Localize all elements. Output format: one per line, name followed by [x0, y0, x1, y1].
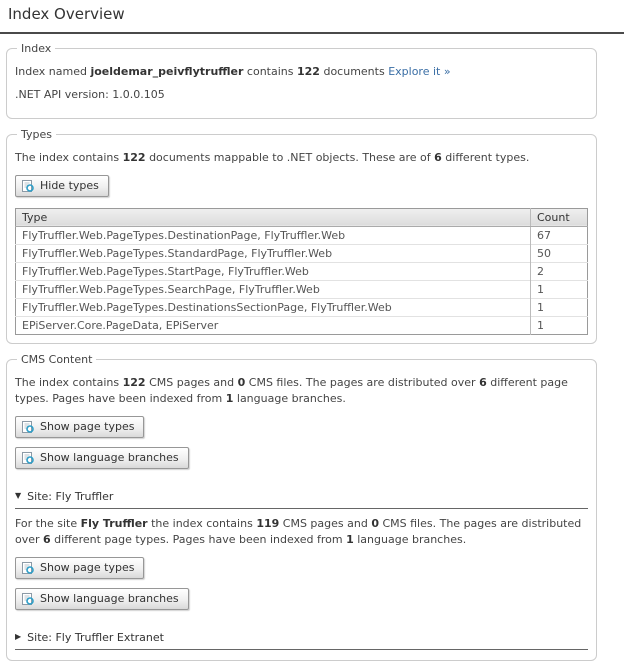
index-name-value: joeldemar_peivflytruffler [90, 65, 243, 78]
text-segment: The index contains [15, 151, 123, 164]
text-segment: CMS pages and [146, 376, 238, 389]
text-segment: the index contains [148, 517, 257, 530]
types-section: Types The index contains 122 documents m… [6, 128, 597, 344]
text-segment: CMS pages and [279, 517, 371, 530]
table-row: EPiServer.Core.PageData, EPiServer 1 [16, 316, 588, 334]
type-count-value: 6 [434, 151, 442, 164]
site-toggle-fly-truffler-extranet[interactable]: ▶ Site: Fly Truffler Extranet [15, 627, 588, 650]
button-label: Show page types [40, 561, 134, 574]
table-row: FlyTruffler.Web.PageTypes.SearchPage, Fl… [16, 280, 588, 298]
text-segment: different page types. Pages have been in… [51, 533, 346, 546]
types-table: Type Count FlyTruffler.Web.PageTypes.Des… [15, 208, 588, 335]
button-label: Hide types [40, 179, 99, 192]
site-summary: For the site Fly Truffler the index cont… [15, 516, 588, 548]
count-cell: 2 [531, 262, 588, 280]
count-cell: 50 [531, 244, 588, 262]
text-segment: Index named [15, 65, 90, 78]
page-type-count: 6 [43, 533, 51, 546]
type-cell: FlyTruffler.Web.PageTypes.DestinationsSe… [16, 298, 531, 316]
report-icon [21, 561, 35, 575]
table-row: FlyTruffler.Web.PageTypes.DestinationPag… [16, 226, 588, 244]
page-type-count: 6 [479, 376, 487, 389]
table-row: FlyTruffler.Web.PageTypes.StandardPage, … [16, 244, 588, 262]
text-segment: documents [320, 65, 388, 78]
cms-files-count: 0 [371, 517, 379, 530]
table-header-type: Type [16, 208, 531, 226]
text-segment: language branches. [354, 533, 466, 546]
type-cell: FlyTruffler.Web.PageTypes.SearchPage, Fl… [16, 280, 531, 298]
index-section: Index Index named joeldemar_peivflytruff… [6, 42, 597, 119]
triangle-down-icon: ▼ [15, 492, 21, 500]
page-title: Index Overview [8, 5, 624, 23]
report-icon [21, 179, 35, 193]
count-cell: 1 [531, 298, 588, 316]
count-cell: 67 [531, 226, 588, 244]
type-cell: FlyTruffler.Web.PageTypes.DestinationPag… [16, 226, 531, 244]
table-row: FlyTruffler.Web.PageTypes.StartPage, Fly… [16, 262, 588, 280]
site-fly-truffler-panel: For the site Fly Truffler the index cont… [15, 516, 588, 617]
language-branch-count: 1 [346, 533, 354, 546]
text-segment: different types. [442, 151, 530, 164]
api-version-line: .NET API version: 1.0.0.105 [15, 87, 588, 103]
document-count-value: 122 [123, 151, 146, 164]
text-segment: contains [243, 65, 297, 78]
type-cell: FlyTruffler.Web.PageTypes.StandardPage, … [16, 244, 531, 262]
cms-content-legend: CMS Content [17, 353, 96, 366]
count-cell: 1 [531, 316, 588, 334]
document-count-value: 122 [297, 65, 320, 78]
triangle-right-icon: ▶ [15, 633, 21, 641]
text-segment: language branches. [233, 392, 345, 405]
page-header: Index Overview [0, 0, 624, 34]
count-cell: 1 [531, 280, 588, 298]
cms-summary: The index contains 122 CMS pages and 0 C… [15, 375, 588, 407]
explore-it-link[interactable]: Explore it » [388, 65, 450, 78]
button-label: Show language branches [40, 592, 179, 605]
cms-pages-count: 122 [123, 376, 146, 389]
button-label: Show page types [40, 420, 134, 433]
site-show-language-branches-button[interactable]: Show language branches [15, 588, 189, 610]
text-segment: The index contains [15, 376, 123, 389]
report-icon [21, 592, 35, 606]
type-cell: EPiServer.Core.PageData, EPiServer [16, 316, 531, 334]
types-table-header-row: Type Count [16, 208, 588, 226]
report-icon [21, 451, 35, 465]
types-section-legend: Types [17, 128, 56, 141]
table-row: FlyTruffler.Web.PageTypes.DestinationsSe… [16, 298, 588, 316]
types-table-head: Type Count [16, 208, 588, 226]
types-table-body: FlyTruffler.Web.PageTypes.DestinationPag… [16, 226, 588, 334]
text-segment: For the site [15, 517, 81, 530]
show-language-branches-button[interactable]: Show language branches [15, 447, 189, 469]
site-show-page-types-button[interactable]: Show page types [15, 557, 144, 579]
cms-content-section: CMS Content The index contains 122 CMS p… [6, 353, 597, 661]
site-label: Site: Fly Truffler Extranet [27, 631, 164, 644]
type-cell: FlyTruffler.Web.PageTypes.StartPage, Fly… [16, 262, 531, 280]
cms-pages-count: 119 [256, 517, 279, 530]
site-name-value: Fly Truffler [81, 517, 148, 530]
show-page-types-button[interactable]: Show page types [15, 416, 144, 438]
button-label: Show language branches [40, 451, 179, 464]
hide-types-button[interactable]: Hide types [15, 175, 109, 197]
text-segment: CMS files. The pages are distributed ove… [245, 376, 479, 389]
table-header-count: Count [531, 208, 588, 226]
index-summary: Index named joeldemar_peivflytruffler co… [15, 64, 588, 80]
text-segment: documents mappable to .NET objects. Thes… [146, 151, 435, 164]
site-label: Site: Fly Truffler [27, 490, 113, 503]
site-toggle-fly-truffler[interactable]: ▼ Site: Fly Truffler [15, 486, 588, 509]
report-icon [21, 420, 35, 434]
types-summary: The index contains 122 documents mappabl… [15, 150, 588, 166]
index-section-legend: Index [17, 42, 55, 55]
